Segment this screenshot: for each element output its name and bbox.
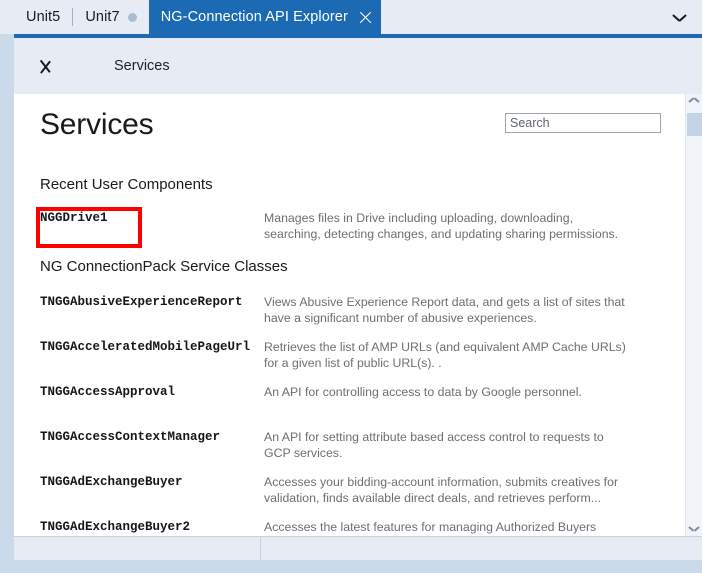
page-title: Services	[40, 108, 154, 141]
service-description: Views Abusive Experience Report data, an…	[264, 295, 625, 325]
section-heading-recent-user-components: Recent User Components	[40, 176, 213, 193]
tab-strip: Unit5 Unit7 NG-Connection API Explorer	[0, 0, 702, 34]
chevron-left-icon	[49, 55, 62, 77]
services-list: Recent User Components NGGDrive1 Manages…	[14, 166, 702, 536]
scroll-up-button[interactable]	[686, 94, 702, 111]
section-heading-ng-connectionpack-service-classes: NG ConnectionPack Service Classes	[40, 258, 288, 275]
status-bar	[14, 536, 702, 561]
service-description: Retrieves the list of AMP URLs (and equi…	[264, 340, 626, 370]
service-name: TNGGAcceleratedMobilePageUrl	[40, 340, 251, 354]
content-panel: Services Services Recent User Components…	[14, 38, 702, 536]
service-description: Manages files in Drive including uploadi…	[264, 211, 619, 241]
back-button[interactable]	[36, 47, 74, 85]
tab-label: NG-Connection API Explorer	[160, 9, 348, 25]
application-window: Unit5 Unit7 NG-Connection API Explorer S…	[0, 0, 702, 573]
status-bar-separator	[260, 537, 261, 561]
tab-overflow-button[interactable]	[664, 0, 694, 34]
list-item-tnggaccessapproval[interactable]: TNGGAccessApproval An API for controllin…	[14, 384, 702, 400]
scrollbar-thumb[interactable]	[687, 113, 702, 136]
service-description: An API for controlling access to data by…	[264, 385, 582, 399]
list-item-tnggacceleratedmobilepageurl[interactable]: TNGGAcceleratedMobilePageUrl Retrieves t…	[14, 339, 702, 371]
panel-header: Services	[14, 38, 702, 94]
breadcrumb[interactable]: Services	[114, 58, 170, 74]
service-name: TNGGAdExchangeBuyer2	[40, 520, 191, 534]
panel-body: Services Recent User Components NGGDrive…	[14, 94, 702, 536]
title-row: Services	[14, 94, 702, 166]
scroll-up-arrow-icon	[690, 100, 698, 105]
tab-label: Unit7	[85, 9, 120, 25]
list-item-tnggabusiveexperiencereport[interactable]: TNGGAbusiveExperienceReport Views Abusiv…	[14, 294, 702, 326]
list-item-tnggaccesscontextmanager[interactable]: TNGGAccessContextManager An API for sett…	[14, 429, 702, 461]
chevron-down-icon	[674, 12, 685, 23]
scroll-down-arrow-icon	[690, 525, 698, 530]
tab-ng-connection-api-explorer[interactable]: NG-Connection API Explorer	[148, 0, 381, 34]
list-item-nggdrive1[interactable]: NGGDrive1 Manages files in Drive includi…	[14, 210, 702, 242]
service-description: Accesses your bidding-account informatio…	[264, 475, 619, 505]
close-icon[interactable]	[358, 10, 373, 25]
scroll-down-button[interactable]	[686, 519, 702, 536]
tab-unit5[interactable]: Unit5	[14, 0, 72, 34]
vertical-scrollbar[interactable]	[685, 94, 702, 536]
list-item-tnggadexchangebuyer[interactable]: TNGGAdExchangeBuyer Accesses your biddin…	[14, 474, 702, 506]
service-name: TNGGAccessContextManager	[40, 430, 221, 444]
list-item-tnggadexchangebuyer2[interactable]: TNGGAdExchangeBuyer2 Accesses the latest…	[14, 519, 702, 536]
service-name: NGGDrive1	[40, 211, 108, 225]
tab-unit7[interactable]: Unit7	[73, 0, 148, 34]
tab-label: Unit5	[26, 9, 61, 25]
service-name: TNGGAbusiveExperienceReport	[40, 295, 243, 309]
service-description: An API for setting attribute based acces…	[264, 430, 604, 460]
search-input[interactable]	[505, 113, 661, 133]
modified-dot-icon	[127, 12, 137, 22]
service-description: Accesses the latest features for managin…	[264, 520, 597, 534]
service-name: TNGGAccessApproval	[40, 385, 176, 399]
service-name: TNGGAdExchangeBuyer	[40, 475, 183, 489]
tab-list: Unit5 Unit7 NG-Connection API Explorer	[14, 0, 702, 34]
